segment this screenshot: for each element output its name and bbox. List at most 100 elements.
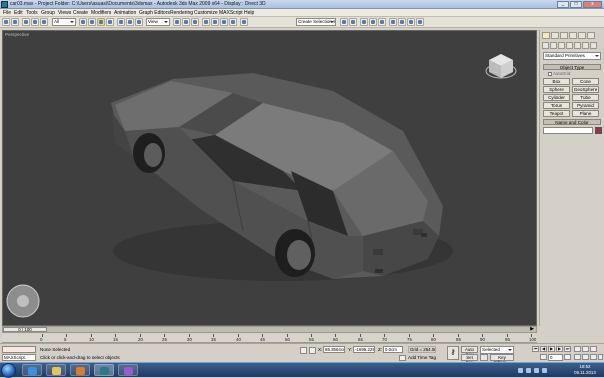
lock-selection-icon[interactable] <box>300 347 307 354</box>
object-type-rollout[interactable]: Object Type <box>543 64 601 70</box>
pivot-center-icon[interactable] <box>173 18 181 26</box>
menu-tools[interactable]: Tools <box>26 10 38 16</box>
taskbar-explorer[interactable] <box>46 364 66 376</box>
system-clock[interactable]: 18:52 09.11.2013 <box>572 364 598 376</box>
select-and-scale-icon[interactable] <box>135 18 143 26</box>
undo-icon[interactable] <box>2 18 10 26</box>
key-mode-dropdown[interactable]: Selected <box>480 346 514 354</box>
maxscript-label[interactable]: MAXScript. <box>2 354 36 361</box>
go-to-start-icon[interactable]: ⏮ <box>532 346 539 352</box>
curve-editor-icon[interactable] <box>369 18 377 26</box>
pyramid-button[interactable]: Pyramid <box>572 102 599 109</box>
menu-group[interactable]: Group <box>41 10 55 16</box>
select-by-name-icon[interactable] <box>88 18 96 26</box>
previous-frame-icon[interactable]: ◀ <box>540 346 547 352</box>
cameras-icon[interactable] <box>566 42 573 49</box>
play-icon[interactable]: ▶ <box>548 346 555 352</box>
select-and-link-icon[interactable] <box>22 18 30 26</box>
rectangular-selection-icon[interactable] <box>97 18 105 26</box>
next-frame-button-icon[interactable]: ▶ <box>556 346 563 352</box>
named-selection-set-dropdown[interactable]: Create Selection Set <box>296 18 336 26</box>
add-time-tag[interactable]: Add Time Tag <box>408 355 436 360</box>
field-of-view-icon[interactable] <box>574 354 581 360</box>
modify-tab-icon[interactable] <box>551 32 559 39</box>
category-dropdown[interactable]: Standard Primitives <box>543 52 601 60</box>
y-coordinate-field[interactable]: -1695.2294 <box>353 346 375 353</box>
hierarchy-tab-icon[interactable] <box>560 32 568 39</box>
systems-icon[interactable] <box>590 42 597 49</box>
space-warps-icon[interactable] <box>582 42 589 49</box>
time-configuration-icon[interactable] <box>564 354 571 360</box>
steeringwheel-nav-icon[interactable] <box>5 283 41 319</box>
geosphere-button[interactable]: GeoSphere <box>572 86 599 93</box>
viewcube-icon[interactable] <box>484 51 518 81</box>
z-coordinate-field[interactable]: 0.0cm <box>383 346 403 353</box>
car-model[interactable] <box>3 31 536 325</box>
motion-tab-icon[interactable] <box>569 32 577 39</box>
render-production-icon[interactable] <box>416 18 424 26</box>
menu-edit[interactable]: Edit <box>14 10 23 16</box>
tray-network-icon[interactable] <box>518 368 523 373</box>
angle-snap-icon[interactable] <box>211 18 219 26</box>
teapot-button[interactable]: Teapot <box>543 110 570 117</box>
plane-button[interactable]: Plane <box>572 110 599 117</box>
cone-button[interactable]: Cone <box>572 78 599 85</box>
reference-coordinate-dropdown[interactable]: View <box>146 18 170 26</box>
menu-create[interactable]: Create <box>73 10 88 16</box>
object-name-field[interactable] <box>543 127 593 134</box>
zoom-extents-icon[interactable] <box>590 346 597 352</box>
percent-snap-icon[interactable] <box>220 18 228 26</box>
next-frame-icon[interactable]: ▶ <box>530 327 534 332</box>
tube-button[interactable]: Tube <box>572 94 599 101</box>
torus-button[interactable]: Torus <box>543 102 570 109</box>
key-mode-toggle-icon[interactable] <box>540 354 547 360</box>
time-tag-icon[interactable] <box>399 355 406 361</box>
tray-volume-icon[interactable] <box>534 368 539 373</box>
edit-named-selection-icon[interactable] <box>240 18 248 26</box>
maxscript-listener-mini[interactable] <box>2 346 36 353</box>
helpers-icon[interactable] <box>574 42 581 49</box>
menu-views[interactable]: Views <box>58 10 71 16</box>
menu-graph-editors[interactable]: Graph Editors <box>139 10 170 16</box>
bind-to-space-warp-icon[interactable] <box>40 18 48 26</box>
tray-language-icon[interactable] <box>542 368 547 373</box>
go-to-end-icon[interactable]: ⏭ <box>564 346 571 352</box>
start-button[interactable] <box>1 363 16 378</box>
sphere-button[interactable]: Sphere <box>543 86 570 93</box>
select-and-rotate-icon[interactable] <box>126 18 134 26</box>
auto-key-button[interactable]: Auto Key <box>461 346 478 357</box>
redo-icon[interactable] <box>11 18 19 26</box>
menu-customize[interactable]: Customize <box>194 10 218 16</box>
schematic-view-icon[interactable] <box>378 18 386 26</box>
render-setup-icon[interactable] <box>398 18 406 26</box>
minimize-button[interactable]: _ <box>557 1 569 8</box>
menu-modifiers[interactable]: Modifiers <box>91 10 111 16</box>
select-and-manipulate-icon[interactable] <box>182 18 190 26</box>
object-color-swatch[interactable] <box>595 127 602 134</box>
time-slider-track[interactable]: 0 / 100 ▶ <box>2 326 537 333</box>
selection-filter-dropdown[interactable]: All <box>52 18 76 26</box>
unlink-icon[interactable] <box>31 18 39 26</box>
tray-flag-icon[interactable] <box>526 368 531 373</box>
orbit-icon[interactable] <box>590 354 597 360</box>
select-object-icon[interactable] <box>79 18 87 26</box>
snaps-toggle-icon[interactable] <box>202 18 210 26</box>
rendered-frame-window-icon[interactable] <box>407 18 415 26</box>
current-frame-field[interactable]: 0 <box>548 354 563 361</box>
geometry-icon[interactable] <box>542 42 549 49</box>
menu-rendering[interactable]: Rendering <box>170 10 193 16</box>
window-crossing-icon[interactable] <box>106 18 114 26</box>
x-coordinate-field[interactable]: 85.3564cm <box>323 346 345 353</box>
track-bar[interactable]: 0 5 10 15 20 25 30 35 40 45 50 55 60 65 70 75 80 85 90 95 10… <box>40 334 537 343</box>
cylinder-button[interactable]: Cylinder <box>543 94 570 101</box>
layer-manager-icon[interactable] <box>360 18 368 26</box>
mirror-icon[interactable] <box>340 18 348 26</box>
create-tab-icon[interactable] <box>542 32 550 39</box>
menu-help[interactable]: Help <box>244 10 254 16</box>
spinner-snap-icon[interactable] <box>229 18 237 26</box>
select-and-move-icon[interactable] <box>117 18 125 26</box>
key-filters-button[interactable]: Key Filters... <box>490 354 514 365</box>
menu-animation[interactable]: Animation <box>114 10 136 16</box>
lights-icon[interactable] <box>558 42 565 49</box>
name-and-color-rollout[interactable]: Name and Color <box>543 119 601 125</box>
